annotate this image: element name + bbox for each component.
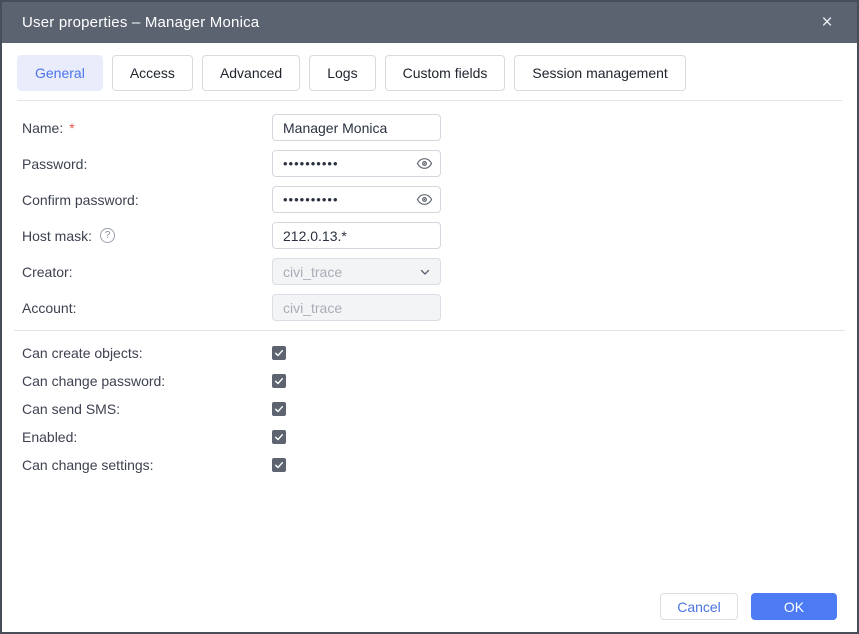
- account-label: Account:: [22, 300, 272, 316]
- host-mask-label-text: Host mask:: [22, 228, 92, 244]
- form-row-password: Password:: [22, 150, 837, 177]
- check-row-can-create-objects: Can create objects:: [22, 344, 837, 362]
- tab-access[interactable]: Access: [112, 55, 193, 91]
- form-area: Name: * Password: Confirm: [2, 101, 857, 321]
- tab-logs[interactable]: Logs: [309, 55, 375, 91]
- close-icon[interactable]: ×: [815, 11, 839, 35]
- can-change-password-label: Can change password:: [22, 373, 272, 389]
- required-marker: *: [69, 120, 74, 136]
- tab-session-management[interactable]: Session management: [514, 55, 685, 91]
- enabled-checkbox[interactable]: [272, 430, 286, 444]
- check-row-can-send-sms: Can send SMS:: [22, 400, 837, 418]
- tab-custom-fields[interactable]: Custom fields: [385, 55, 506, 91]
- name-field[interactable]: [272, 114, 441, 141]
- tab-bar: General Access Advanced Logs Custom fiel…: [2, 43, 857, 100]
- checkmark-icon: [274, 432, 284, 442]
- cancel-button[interactable]: Cancel: [660, 593, 738, 620]
- can-send-sms-label: Can send SMS:: [22, 401, 272, 417]
- enabled-label: Enabled:: [22, 429, 272, 445]
- can-create-objects-label: Can create objects:: [22, 345, 272, 361]
- check-row-enabled: Enabled:: [22, 428, 837, 446]
- titlebar: User properties – Manager Monica ×: [2, 2, 857, 43]
- host-mask-field[interactable]: [272, 222, 441, 249]
- show-confirm-password-icon[interactable]: [415, 191, 433, 209]
- tab-general[interactable]: General: [17, 55, 103, 91]
- name-label: Name: *: [22, 120, 272, 136]
- chevron-down-icon: [419, 266, 431, 278]
- can-change-settings-label: Can change settings:: [22, 457, 272, 473]
- confirm-password-label: Confirm password:: [22, 192, 272, 208]
- form-row-creator: Creator: civi_trace: [22, 258, 837, 285]
- check-row-can-change-password: Can change password:: [22, 372, 837, 390]
- name-label-text: Name:: [22, 120, 63, 136]
- permissions-area: Can create objects: Can change password:…: [2, 331, 857, 474]
- dialog-title: User properties – Manager Monica: [22, 14, 815, 31]
- can-change-password-checkbox[interactable]: [272, 374, 286, 388]
- creator-select: civi_trace: [272, 258, 441, 285]
- ok-button[interactable]: OK: [751, 593, 837, 620]
- password-label: Password:: [22, 156, 272, 172]
- form-row-confirm-password: Confirm password:: [22, 186, 837, 213]
- can-send-sms-checkbox[interactable]: [272, 402, 286, 416]
- show-password-icon[interactable]: [415, 155, 433, 173]
- help-icon[interactable]: ?: [100, 228, 115, 243]
- account-field: [272, 294, 441, 321]
- form-row-host-mask: Host mask: ?: [22, 222, 837, 249]
- form-row-account: Account:: [22, 294, 837, 321]
- host-mask-label: Host mask: ?: [22, 228, 272, 244]
- check-row-can-change-settings: Can change settings:: [22, 456, 837, 474]
- checkmark-icon: [274, 348, 284, 358]
- checkmark-icon: [274, 404, 284, 414]
- footer: Cancel OK: [660, 593, 837, 620]
- form-row-name: Name: *: [22, 114, 837, 141]
- can-create-objects-checkbox[interactable]: [272, 346, 286, 360]
- checkmark-icon: [274, 376, 284, 386]
- creator-select-value: civi_trace: [283, 264, 342, 280]
- user-properties-dialog: User properties – Manager Monica × Gener…: [0, 0, 859, 634]
- can-change-settings-checkbox[interactable]: [272, 458, 286, 472]
- tab-advanced[interactable]: Advanced: [202, 55, 300, 91]
- checkmark-icon: [274, 460, 284, 470]
- creator-label: Creator:: [22, 264, 272, 280]
